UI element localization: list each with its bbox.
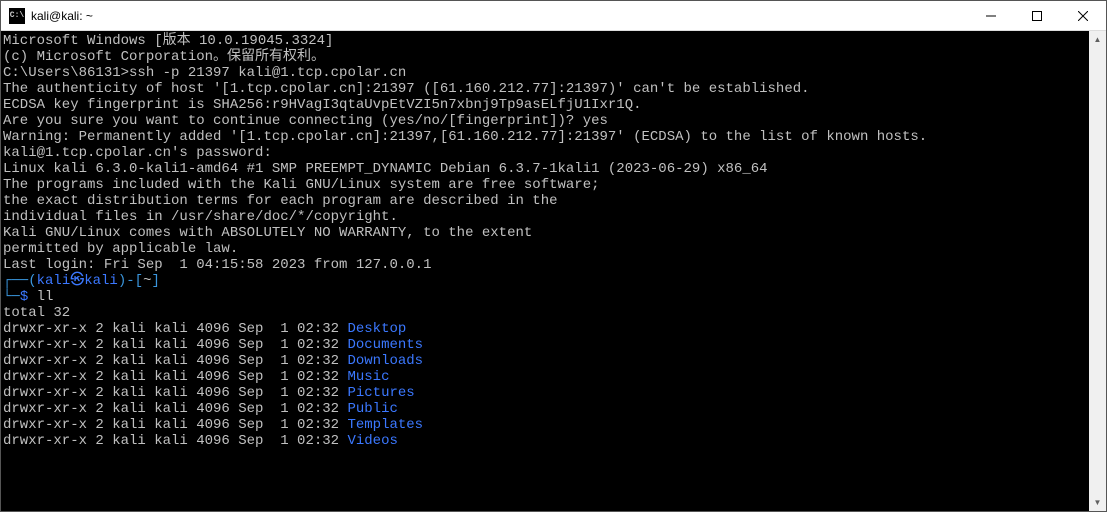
titlebar-left: C:\ kali@kali: ~ — [1, 8, 93, 24]
output-line: Last login: Fri Sep 1 04:15:58 2023 from… — [3, 257, 1089, 273]
cmd-icon: C:\ — [9, 8, 25, 24]
terminal-window: C:\ kali@kali: ~ Microsoft Windows [版本 1… — [0, 0, 1107, 512]
output-line: Microsoft Windows [版本 10.0.19045.3324] — [3, 33, 1089, 49]
window-title: kali@kali: ~ — [31, 9, 93, 23]
maximize-button[interactable] — [1014, 1, 1060, 30]
output-line: permitted by applicable law. — [3, 241, 1089, 257]
scroll-track[interactable] — [1089, 48, 1106, 494]
output-line: Warning: Permanently added '[1.tcp.cpola… — [3, 129, 1089, 145]
ls-row: drwxr-xr-x 2 kali kali 4096 Sep 1 02:32 … — [3, 417, 1089, 433]
minimize-button[interactable] — [968, 1, 1014, 30]
output-line: kali@1.tcp.cpolar.cn's password: — [3, 145, 1089, 161]
output-line: C:\Users\86131>ssh -p 21397 kali@1.tcp.c… — [3, 65, 1089, 81]
ls-row: drwxr-xr-x 2 kali kali 4096 Sep 1 02:32 … — [3, 321, 1089, 337]
window-controls — [968, 1, 1106, 30]
output-line: Are you sure you want to continue connec… — [3, 113, 1089, 129]
scroll-down-button[interactable]: ▼ — [1089, 494, 1106, 511]
output-line: Kali GNU/Linux comes with ABSOLUTELY NO … — [3, 225, 1089, 241]
terminal-output[interactable]: Microsoft Windows [版本 10.0.19045.3324](c… — [1, 31, 1089, 511]
ls-row: drwxr-xr-x 2 kali kali 4096 Sep 1 02:32 … — [3, 353, 1089, 369]
output-line: individual files in /usr/share/doc/*/cop… — [3, 209, 1089, 225]
output-line: The programs included with the Kali GNU/… — [3, 177, 1089, 193]
ls-row: drwxr-xr-x 2 kali kali 4096 Sep 1 02:32 … — [3, 401, 1089, 417]
output-line: The authenticity of host '[1.tcp.cpolar.… — [3, 81, 1089, 97]
ls-row: drwxr-xr-x 2 kali kali 4096 Sep 1 02:32 … — [3, 369, 1089, 385]
terminal-body: Microsoft Windows [版本 10.0.19045.3324](c… — [1, 31, 1106, 511]
scroll-up-button[interactable]: ▲ — [1089, 31, 1106, 48]
output-line: the exact distribution terms for each pr… — [3, 193, 1089, 209]
ls-row: drwxr-xr-x 2 kali kali 4096 Sep 1 02:32 … — [3, 433, 1089, 449]
ls-row: drwxr-xr-x 2 kali kali 4096 Sep 1 02:32 … — [3, 385, 1089, 401]
ls-total: total 32 — [3, 305, 1089, 321]
prompt-line-1: ┌──(kali㉿kali)-[~] — [3, 273, 1089, 289]
titlebar[interactable]: C:\ kali@kali: ~ — [1, 1, 1106, 31]
ls-row: drwxr-xr-x 2 kali kali 4096 Sep 1 02:32 … — [3, 337, 1089, 353]
output-line: ECDSA key fingerprint is SHA256:r9HVagI3… — [3, 97, 1089, 113]
prompt-line-2: └─$ ll — [3, 289, 1089, 305]
vertical-scrollbar[interactable]: ▲ ▼ — [1089, 31, 1106, 511]
output-line: (c) Microsoft Corporation。保留所有权利。 — [3, 49, 1089, 65]
close-button[interactable] — [1060, 1, 1106, 30]
output-line: Linux kali 6.3.0-kali1-amd64 #1 SMP PREE… — [3, 161, 1089, 177]
